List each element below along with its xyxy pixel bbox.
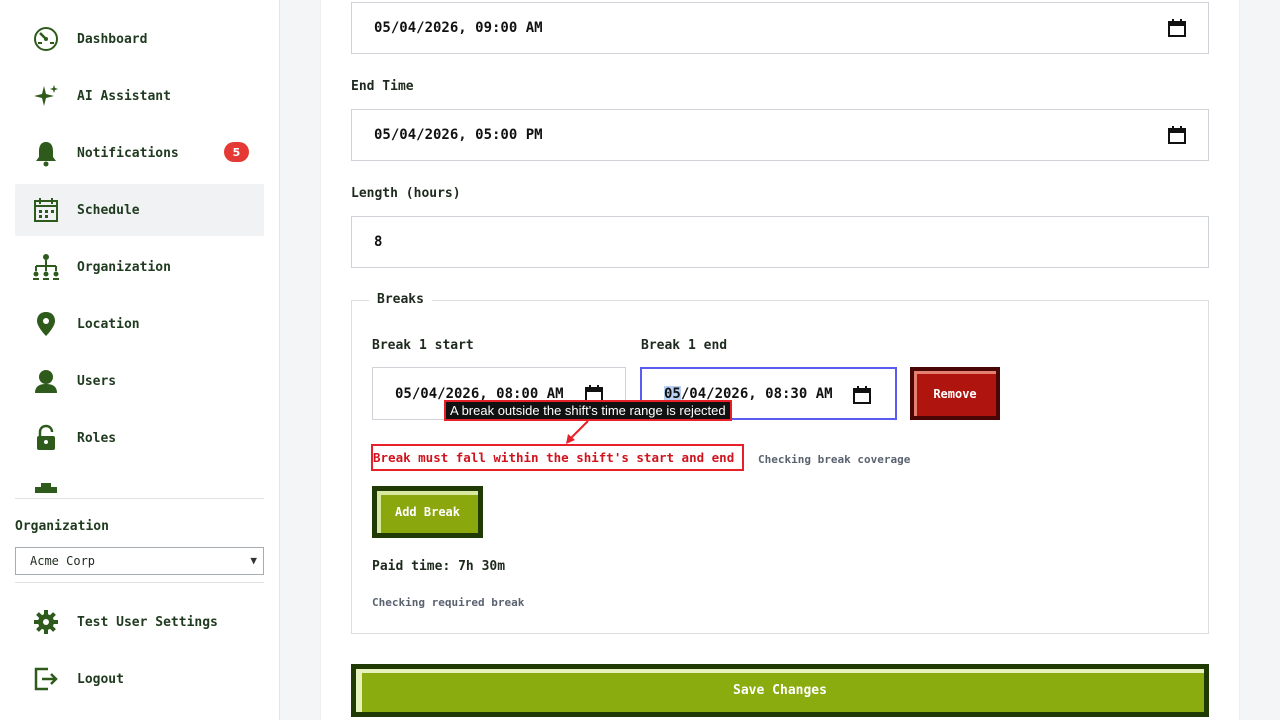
dashboard-icon <box>31 24 61 54</box>
sparkle-icon <box>31 81 61 111</box>
calendar-picker-icon[interactable] <box>1168 19 1186 37</box>
coverage-hint: Checking break coverage <box>758 453 911 466</box>
length-input[interactable]: 8 <box>351 216 1209 268</box>
sidebar: Dashboard AI Assistant Notifications 5 S… <box>0 0 280 720</box>
logout-icon <box>31 664 61 694</box>
sidebar-nav: Dashboard AI Assistant Notifications 5 S… <box>15 13 264 493</box>
remove-break-button[interactable]: Remove <box>910 367 1000 420</box>
sidebar-divider <box>15 582 264 583</box>
calendar-picker-icon[interactable] <box>853 386 871 404</box>
sidebar-item-dashboard[interactable]: Dashboard <box>15 13 264 65</box>
add-break-button[interactable]: Add Break <box>372 486 483 538</box>
logout-label: Logout <box>77 671 124 687</box>
start-time-input[interactable]: 05/04/2026, 09:00 AM <box>351 2 1209 54</box>
location-pin-icon <box>31 309 61 339</box>
calendar-picker-icon[interactable] <box>1168 126 1186 144</box>
break-error-message: Break must fall within the shift's start… <box>371 444 744 471</box>
org-chart-icon <box>31 252 61 282</box>
end-time-label: End Time <box>351 79 414 94</box>
length-label: Length (hours) <box>351 186 461 201</box>
bell-icon <box>31 138 61 168</box>
sidebar-item-label: Notifications <box>77 145 179 161</box>
organization-select-value: Acme Corp <box>30 554 96 568</box>
sidebar-item-label: AI Assistant <box>77 88 171 104</box>
break-start-label: Break 1 start <box>372 338 474 353</box>
sidebar-item-label: Organization <box>77 259 171 275</box>
start-time-value: 05/04/2026, 09:00 AM <box>374 20 543 36</box>
notification-count-badge: 5 <box>224 142 249 162</box>
save-changes-label: Save Changes <box>356 669 1204 712</box>
gear-icon <box>31 607 61 637</box>
briefcase-icon <box>31 480 61 493</box>
logout-link[interactable]: Logout <box>31 664 124 694</box>
sidebar-item-ai-assistant[interactable]: AI Assistant <box>15 70 264 122</box>
organization-label: Organization <box>15 519 109 534</box>
calendar-icon <box>31 195 61 225</box>
chevron-down-icon: ▼ <box>250 554 257 567</box>
breaks-legend: Breaks <box>369 292 432 307</box>
settings-link[interactable]: Test User Settings <box>31 607 218 637</box>
sidebar-item-label: Users <box>77 373 117 389</box>
sidebar-item-schedule[interactable]: Schedule <box>15 184 264 236</box>
sidebar-item-label: Roles <box>77 430 117 446</box>
sidebar-item-label: Schedule <box>77 202 140 218</box>
sidebar-item-roles[interactable]: Roles <box>15 412 264 464</box>
break-end-label: Break 1 end <box>641 338 728 353</box>
sidebar-item-users[interactable]: Users <box>15 355 264 407</box>
sidebar-item-location[interactable]: Location <box>15 298 264 350</box>
organization-select[interactable]: Acme Corp ▼ <box>15 547 264 575</box>
sidebar-divider <box>15 498 264 499</box>
save-changes-button[interactable]: Save Changes <box>351 664 1209 717</box>
sidebar-item-label: Dashboard <box>77 31 148 47</box>
sidebar-item-notifications[interactable]: Notifications 5 <box>15 127 264 179</box>
lock-icon <box>31 423 61 453</box>
sidebar-item-organization[interactable]: Organization <box>15 241 264 293</box>
settings-label: Test User Settings <box>77 614 218 630</box>
sidebar-item-label: Location <box>77 316 140 332</box>
end-time-input[interactable]: 05/04/2026, 05:00 PM <box>351 109 1209 161</box>
add-break-label: Add Break <box>377 491 478 533</box>
annotation-tooltip: A break outside the shift's time range i… <box>444 400 732 421</box>
sidebar-item-partial[interactable] <box>15 469 264 493</box>
annotation-arrow-icon <box>566 420 589 444</box>
end-time-value: 05/04/2026, 05:00 PM <box>374 127 543 143</box>
user-icon <box>31 366 61 396</box>
paid-time: Paid time: 7h 30m <box>372 559 506 574</box>
length-value: 8 <box>374 234 383 250</box>
remove-break-label: Remove <box>914 371 996 416</box>
required-break-hint: Checking required break <box>372 596 525 609</box>
